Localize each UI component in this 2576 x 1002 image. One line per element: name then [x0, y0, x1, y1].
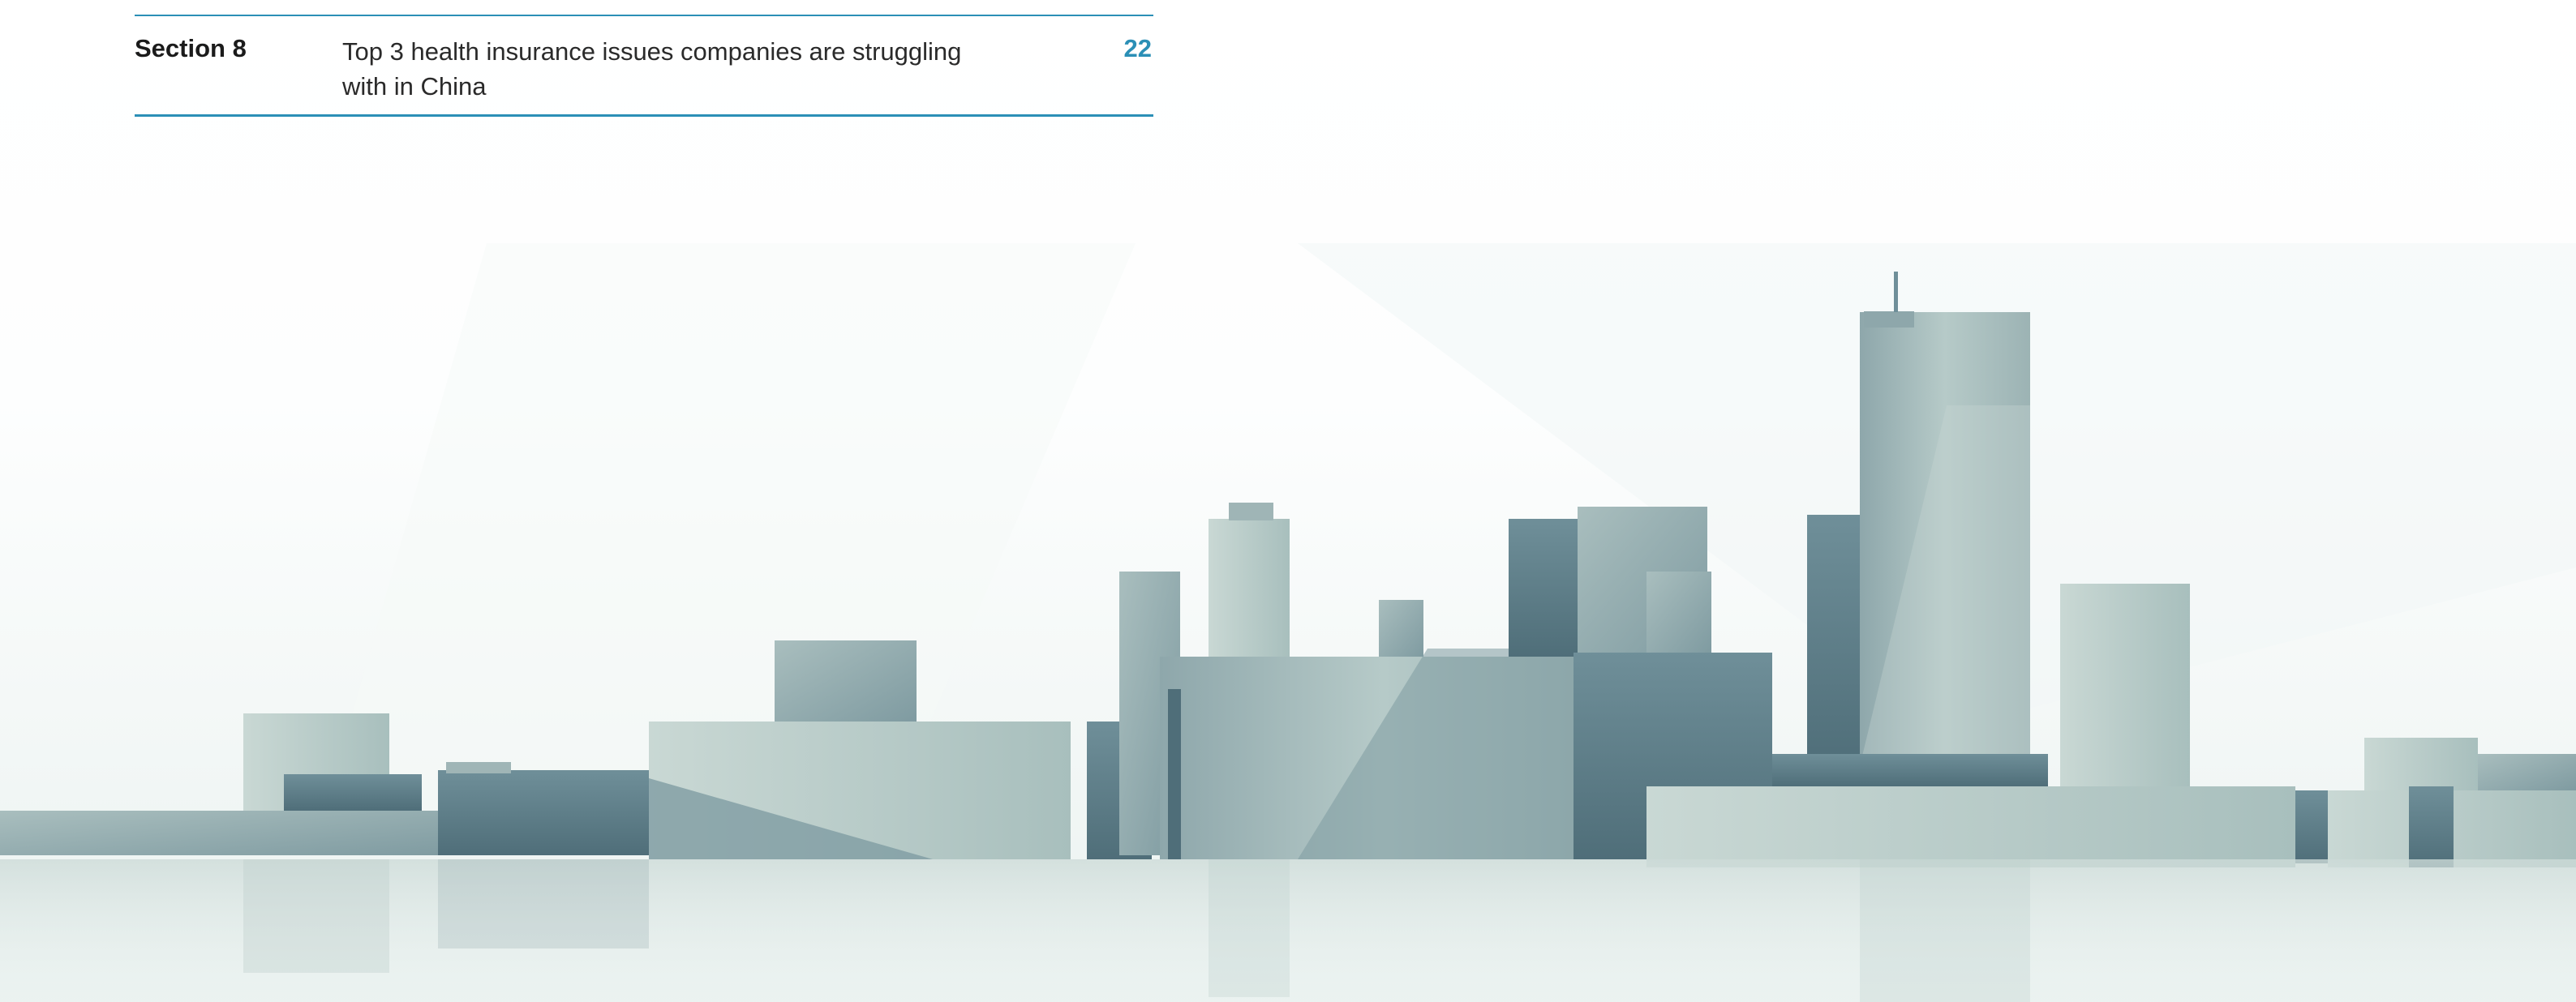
building-shape	[2060, 584, 2190, 786]
building-shape	[1168, 689, 1181, 859]
building-shape	[2478, 754, 2576, 790]
building-shape	[1772, 754, 2048, 786]
building-shape	[446, 762, 511, 773]
reflection-shape	[243, 859, 389, 973]
reflection-shape	[1860, 859, 2030, 1002]
building-shape	[1807, 515, 1862, 766]
building-shape	[1509, 519, 1582, 657]
toc-section-label: Section 8	[135, 34, 247, 62]
building-shape	[775, 640, 917, 722]
toc-entry-title[interactable]: Top 3 health insurance issues companies …	[342, 34, 1007, 104]
building-shape	[438, 770, 649, 855]
building-shape	[1894, 272, 1898, 312]
building-shape	[0, 811, 454, 855]
building-shape	[284, 774, 422, 811]
reflection-shape	[438, 859, 649, 948]
building-shape	[1646, 572, 1711, 653]
reflection-shape	[1209, 859, 1290, 997]
toc-entry[interactable]: Section 8 Top 3 health insurance issues …	[135, 15, 1153, 117]
building-shape	[1646, 786, 2295, 867]
building-shape	[1229, 503, 1273, 520]
building-shape	[2295, 790, 2328, 863]
building-shape	[2364, 738, 2478, 790]
toc-page-number[interactable]: 22	[1124, 34, 1152, 63]
building-shape	[2409, 786, 2454, 867]
building-shape	[1864, 311, 1914, 328]
city-skyline-illustration	[0, 243, 2576, 1002]
building-shape	[1379, 600, 1423, 657]
